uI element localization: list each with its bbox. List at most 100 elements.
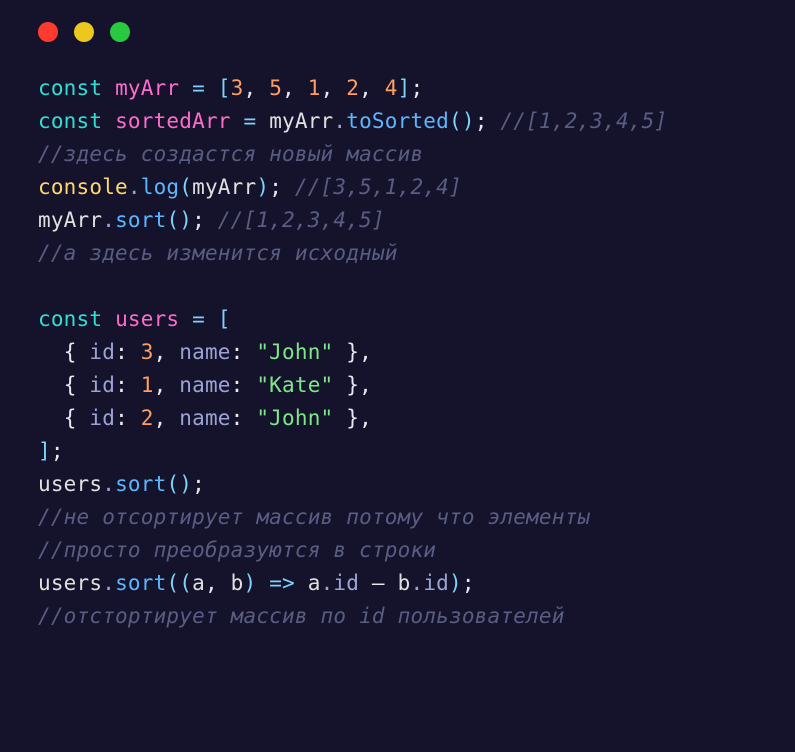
punct: ,: [282, 76, 308, 100]
property: id: [423, 571, 449, 595]
punct: ,: [154, 406, 180, 430]
maximize-icon[interactable]: [110, 22, 130, 42]
comment: //просто преобразуются в строки: [38, 538, 436, 562]
indent: [38, 373, 64, 397]
punct: ;: [51, 439, 64, 463]
punct: = [: [192, 76, 231, 100]
punct: .: [333, 109, 346, 133]
punct: ;: [475, 109, 501, 133]
code-line: const myArr = [3, 5, 1, 2, 4];: [38, 72, 757, 105]
code-line: { id: 2, name: "John" },: [38, 402, 757, 435]
property: id: [89, 340, 115, 364]
punct: :: [115, 373, 141, 397]
traffic-lights: [0, 22, 795, 42]
punct: ,: [359, 340, 372, 364]
punct: .: [321, 571, 334, 595]
property: id: [89, 373, 115, 397]
identifier: sortedArr: [115, 109, 243, 133]
code-block: const myArr = [3, 5, 1, 2, 4]; const sor…: [0, 72, 795, 632]
identifier: myArr: [269, 109, 333, 133]
punct: ;: [269, 175, 295, 199]
comment: //отстортирует массив по id пользователе…: [38, 604, 565, 628]
punct: = [: [192, 307, 231, 331]
code-line: //здесь создастся новый массив: [38, 138, 757, 171]
punct: ;: [192, 208, 218, 232]
code-line: users.sort((a, b) => a.id – b.id);: [38, 567, 757, 600]
keyword: const: [38, 109, 115, 133]
indent: [38, 406, 64, 430]
code-line: [38, 270, 757, 303]
keyword: const: [38, 307, 115, 331]
punct: (): [449, 109, 475, 133]
punct: ,: [205, 571, 231, 595]
punct: ,: [359, 406, 372, 430]
punct: (): [166, 208, 192, 232]
punct: :: [231, 340, 257, 364]
property: id: [333, 571, 359, 595]
punct: :: [115, 340, 141, 364]
property: name: [179, 373, 230, 397]
code-line: const sortedArr = myArr.toSorted(); //[1…: [38, 105, 757, 138]
punct: .: [128, 175, 141, 199]
punct: .: [410, 571, 423, 595]
method: log: [141, 175, 180, 199]
number: 4: [385, 76, 398, 100]
punct: =: [244, 109, 270, 133]
comment: //здесь создастся новый массив: [38, 142, 423, 166]
blank: [38, 274, 51, 298]
code-line: myArr.sort(); //[1,2,3,4,5]: [38, 204, 757, 237]
punct: {: [64, 406, 90, 430]
property: name: [179, 340, 230, 364]
number: 1: [141, 373, 154, 397]
identifier: a: [308, 571, 321, 595]
punct: ,: [321, 76, 347, 100]
punct: }: [333, 340, 359, 364]
punct: ;: [410, 76, 423, 100]
punct: ((: [166, 571, 192, 595]
punct: :: [231, 373, 257, 397]
punct: }: [333, 373, 359, 397]
code-line: { id: 3, name: "John" },: [38, 336, 757, 369]
punct: {: [64, 373, 90, 397]
code-window: const myArr = [3, 5, 1, 2, 4]; const sor…: [0, 0, 795, 752]
comment: //[3,5,1,2,4]: [295, 175, 462, 199]
property: id: [89, 406, 115, 430]
method: toSorted: [346, 109, 449, 133]
number: 2: [346, 76, 359, 100]
method: sort: [115, 472, 166, 496]
param: b: [231, 571, 244, 595]
number: 5: [269, 76, 282, 100]
punct: ]: [38, 439, 51, 463]
number: 1: [308, 76, 321, 100]
punct: ,: [154, 373, 180, 397]
punct: ): [449, 571, 462, 595]
punct: (): [166, 472, 192, 496]
punct: .: [102, 208, 115, 232]
code-line: console.log(myArr); //[3,5,1,2,4]: [38, 171, 757, 204]
punct: ,: [359, 373, 372, 397]
identifier: b: [398, 571, 411, 595]
punct: ]: [398, 76, 411, 100]
code-line: ];: [38, 435, 757, 468]
identifier: console: [38, 175, 128, 199]
number: 3: [141, 340, 154, 364]
identifier: myArr: [192, 175, 256, 199]
identifier: users: [38, 571, 102, 595]
close-icon[interactable]: [38, 22, 58, 42]
string: "John": [256, 406, 333, 430]
punct: :: [115, 406, 141, 430]
identifier: myArr: [115, 76, 192, 100]
punct: .: [102, 571, 115, 595]
identifier: myArr: [38, 208, 102, 232]
code-line: { id: 1, name: "Kate" },: [38, 369, 757, 402]
param: a: [192, 571, 205, 595]
operator: –: [359, 571, 398, 595]
string: "Kate": [256, 373, 333, 397]
code-line: //не отсортирует массив потому что элеме…: [38, 501, 757, 534]
method: sort: [115, 571, 166, 595]
punct: ): [244, 571, 270, 595]
code-line: users.sort();: [38, 468, 757, 501]
punct: ): [256, 175, 269, 199]
identifier: users: [115, 307, 192, 331]
minimize-icon[interactable]: [74, 22, 94, 42]
